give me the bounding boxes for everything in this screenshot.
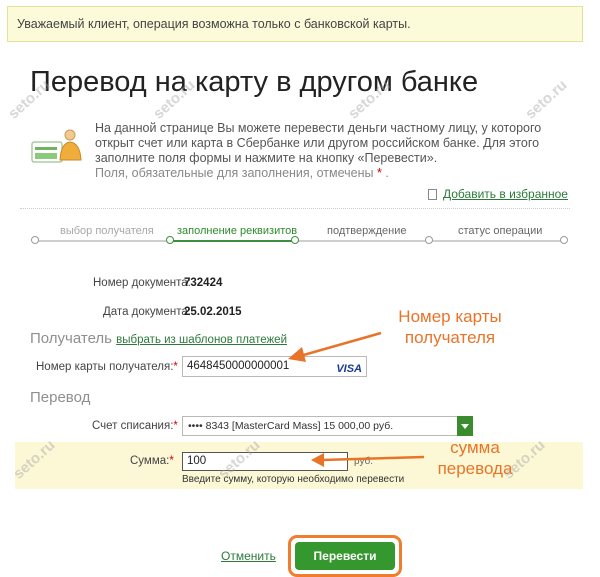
submit-button[interactable]: Перевести [295,542,395,570]
annotation-card-number: Номер карты получателя [398,307,502,347]
arrow-to-amount-field [321,455,425,462]
arrow-to-card-field [299,331,382,358]
annotation-arrows [288,331,425,467]
cancel-link[interactable]: Отменить [221,549,276,563]
arrowhead [288,347,306,362]
arrowhead [311,453,324,467]
